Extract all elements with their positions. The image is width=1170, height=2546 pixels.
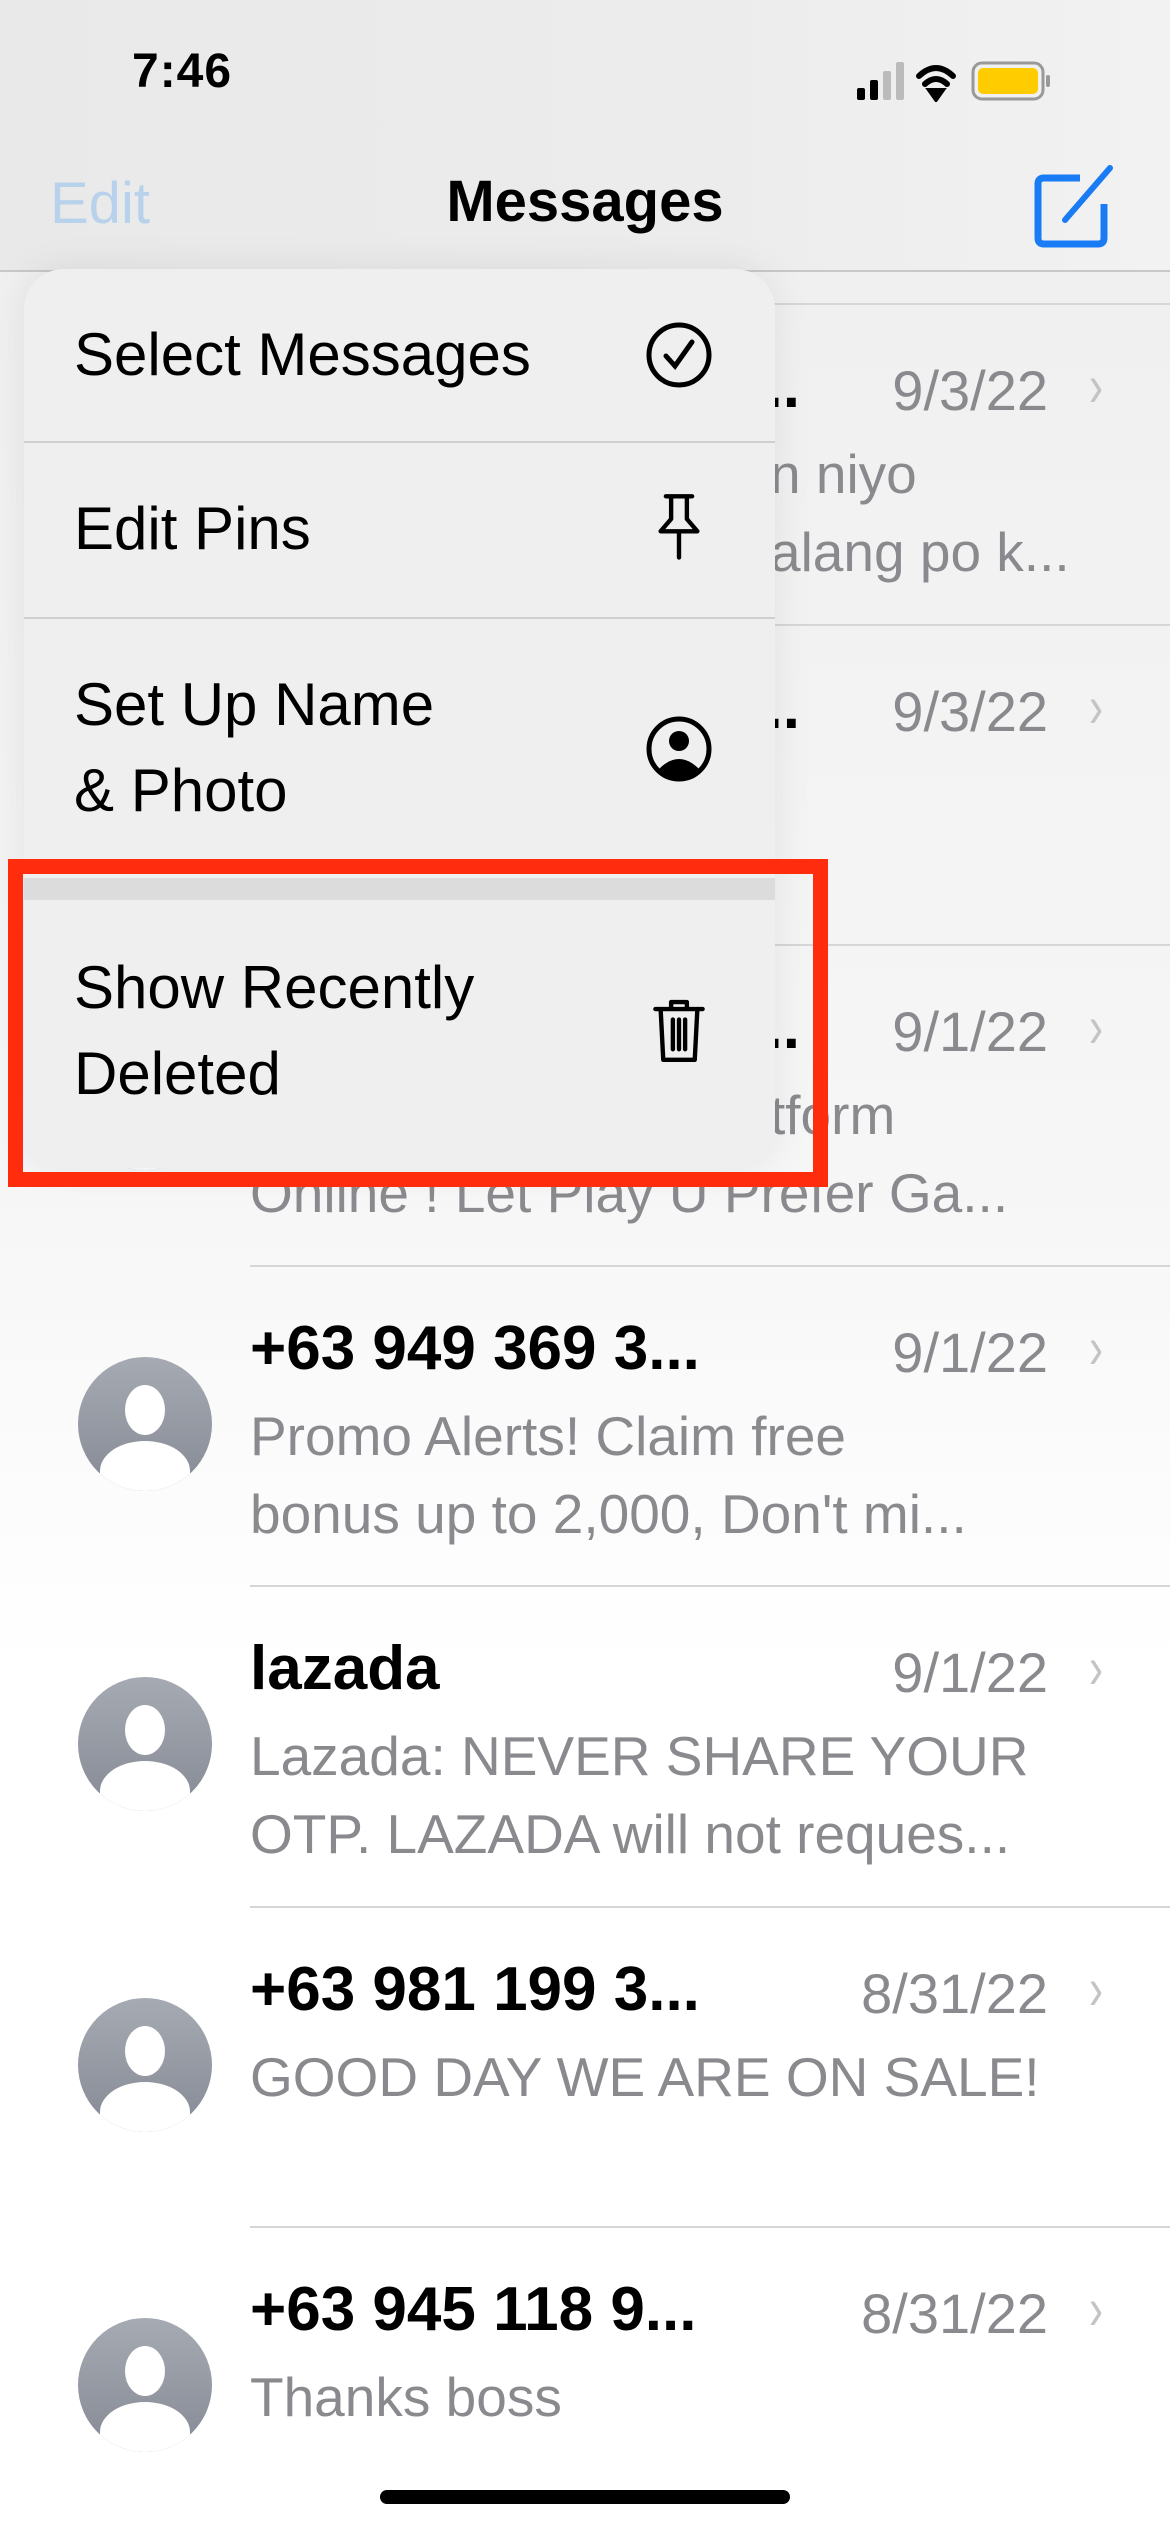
home-indicator[interactable] — [380, 2490, 790, 2504]
chevron-right-icon: › — [1088, 2275, 1103, 2342]
page-title: Messages — [446, 169, 724, 234]
message-preview: GOOD DAY WE ARE ON SALE! — [250, 2045, 1040, 2108]
message-date: 8/31/22 — [861, 2282, 1048, 2345]
avatar — [78, 1356, 212, 1491]
message-preview: bonus up to 2,000, Don't mi... — [250, 1482, 967, 1545]
message-preview: Thanks boss — [250, 2366, 562, 2428]
message-preview: alang po k... — [770, 521, 1070, 583]
avatar — [78, 2318, 212, 2452]
message-preview: OTP. LAZADA will not reques... — [250, 1803, 1011, 1865]
menu-item-label: Edit Pins — [74, 495, 311, 562]
compose-icon[interactable] — [1030, 160, 1120, 250]
message-date: 9/1/22 — [892, 1320, 1048, 1384]
wifi-icon — [916, 65, 956, 102]
contact-name: +63 945 118 9... — [250, 2275, 697, 2344]
message-date: 8/31/22 — [861, 1961, 1048, 2025]
avatar — [78, 1997, 212, 2132]
message-preview: n niyo — [770, 443, 917, 505]
menu-item-select-messages[interactable]: Select Messages — [24, 269, 775, 441]
chevron-right-icon: › — [1088, 993, 1103, 1060]
highlight-box — [8, 859, 828, 1187]
signal-icon — [857, 62, 904, 100]
message-date: 9/1/22 — [892, 1000, 1048, 1063]
menu-item-label: Select Messages — [74, 321, 531, 388]
chevron-right-icon: › — [1088, 352, 1103, 419]
message-date: 9/3/22 — [892, 679, 1048, 743]
chevron-right-icon: › — [1088, 1954, 1103, 2022]
status-icons — [857, 61, 1050, 102]
menu-item-set-up-name-photo[interactable]: Set Up Name & Photo — [24, 619, 775, 878]
checkmark-circle-icon — [646, 322, 712, 388]
person-circle-icon — [646, 716, 712, 782]
avatar — [78, 1677, 212, 1811]
message-date: 9/1/22 — [892, 1641, 1048, 1704]
message-preview: Promo Alerts! Claim free — [250, 1404, 847, 1467]
contact-name: +63 949 369 3... — [250, 1313, 700, 1383]
menu-item-label: Set Up Name & Photo — [74, 671, 435, 824]
menu-item-edit-pins[interactable]: Edit Pins — [24, 443, 775, 617]
contact-name: lazada — [250, 1634, 440, 1703]
chevron-right-icon: › — [1088, 1634, 1103, 1701]
pin-icon — [658, 494, 700, 560]
chevron-right-icon: › — [1088, 1313, 1103, 1381]
battery-icon — [971, 61, 1050, 101]
status-time: 7:46 — [132, 45, 233, 98]
top-bar: 7:46 Edit Messages — [0, 0, 1170, 272]
chevron-right-icon: › — [1088, 672, 1103, 740]
message-preview: Lazada: NEVER SHARE YOUR — [250, 1725, 1029, 1787]
contact-name: +63 981 199 3... — [250, 1954, 700, 2024]
message-date: 9/3/22 — [892, 359, 1048, 422]
